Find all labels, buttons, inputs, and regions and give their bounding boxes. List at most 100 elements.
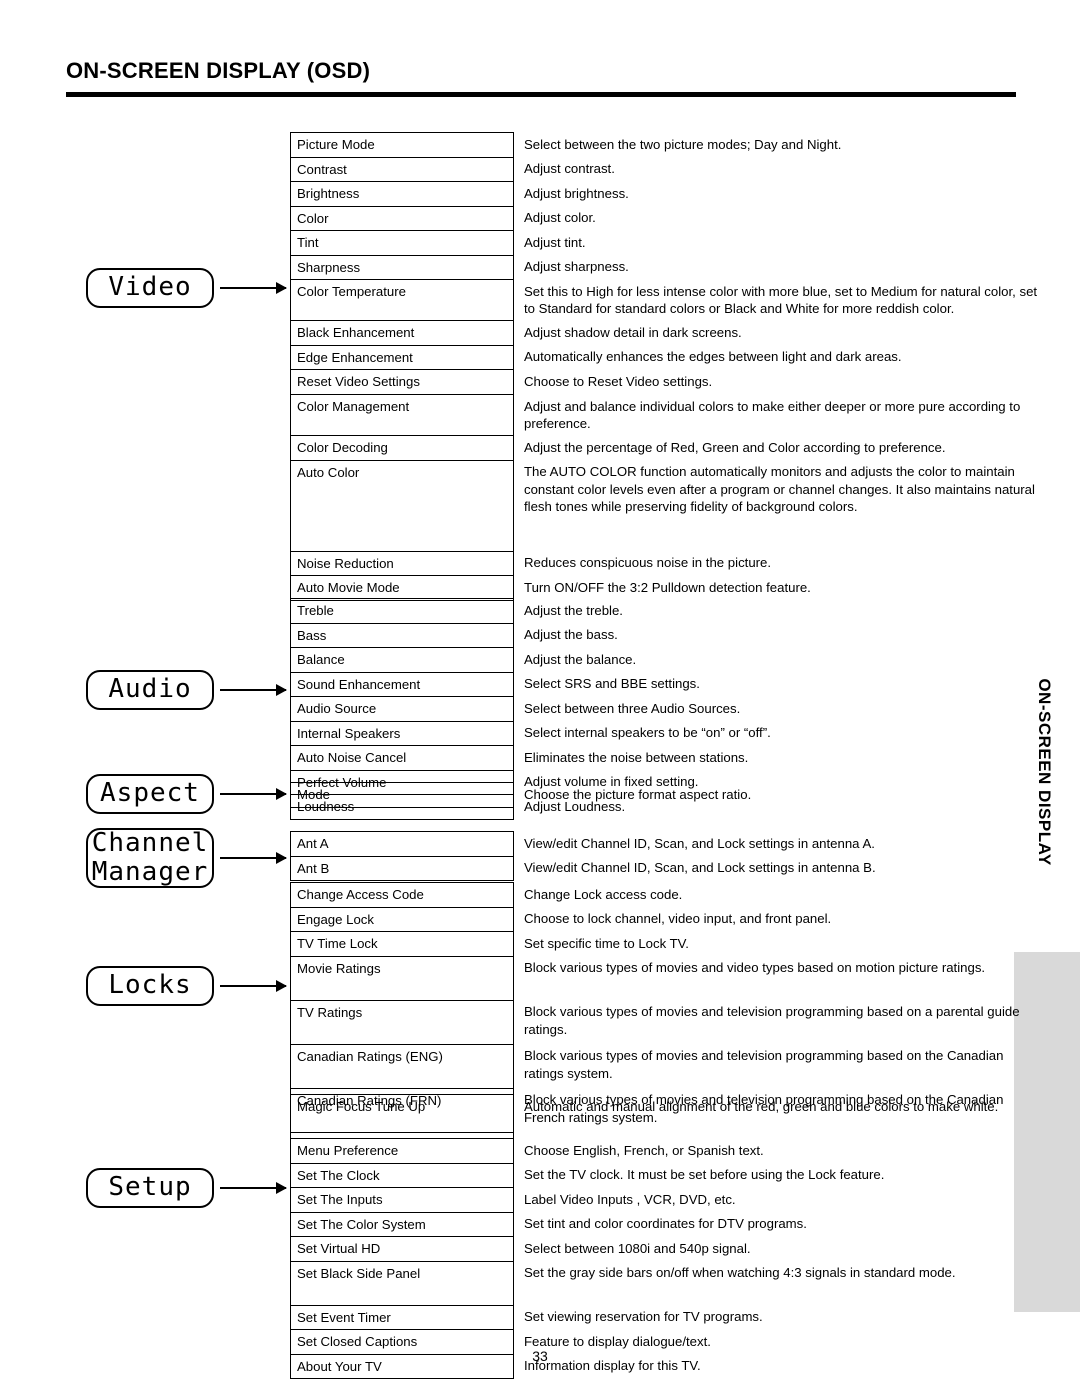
table-row: Magic Focus Tune Up Automatic and manual… bbox=[290, 1094, 1049, 1139]
table-row: Tint Adjust tint. bbox=[290, 230, 1049, 256]
setting-name: Set Event Timer bbox=[290, 1304, 514, 1331]
setting-name: TV Ratings bbox=[290, 999, 514, 1045]
setting-description: Block various types of movies and televi… bbox=[524, 1048, 1004, 1081]
setting-description: Adjust and balance individual colors to … bbox=[524, 398, 1021, 432]
setting-name: Color Temperature bbox=[290, 279, 514, 322]
table-row: Sound Enhancement Select SRS and BBE set… bbox=[290, 671, 1049, 698]
setting-description: Label Video Inputs , VCR, DVD, etc. bbox=[524, 1191, 736, 1207]
setting-name: Color Management bbox=[290, 394, 514, 437]
setting-description: Adjust the percentage of Red, Green and … bbox=[524, 439, 946, 455]
setting-description: The AUTO COLOR function automatically mo… bbox=[524, 464, 1035, 515]
setting-description: Select SRS and BBE settings. bbox=[524, 676, 700, 692]
setting-description: Automatically enhances the edges between… bbox=[524, 349, 902, 365]
category-box-video: Video bbox=[86, 268, 214, 308]
table-row: Picture Mode Select between the two pict… bbox=[290, 132, 1049, 158]
arrow-channel-manager bbox=[220, 852, 287, 864]
table-row: Ant B View/edit Channel ID, Scan, and Lo… bbox=[290, 855, 1049, 882]
table-row: Edge Enhancement Automatically enhances … bbox=[290, 344, 1049, 371]
setting-description: Adjust the balance. bbox=[524, 651, 637, 667]
table-row: Movie Ratings Block various types of mov… bbox=[290, 955, 1049, 1001]
table-row: Change Access Code Change Lock access co… bbox=[290, 882, 1049, 908]
table-row: Noise Reduction Reduces conspicuous nois… bbox=[290, 550, 1049, 577]
setting-name: Auto Movie Mode bbox=[290, 575, 514, 601]
setting-name: Tint bbox=[290, 230, 514, 256]
setting-description: Select between 1080i and 540p signal. bbox=[524, 1240, 751, 1256]
setting-name: Auto Noise Cancel bbox=[290, 745, 514, 771]
setting-name: Set The Clock bbox=[290, 1162, 514, 1189]
table-row: Engage Lock Choose to lock channel, vide… bbox=[290, 906, 1049, 933]
table-channel-manager: Ant A View/edit Channel ID, Scan, and Lo… bbox=[290, 831, 1049, 882]
setting-description: Reduces conspicuous noise in the picture… bbox=[524, 555, 772, 571]
setting-name: Treble bbox=[290, 598, 514, 624]
table-row: Reset Video Settings Choose to Reset Vid… bbox=[290, 369, 1049, 396]
table-row: Mode Choose the picture format aspect ra… bbox=[290, 782, 1049, 808]
arrow-setup bbox=[220, 1182, 287, 1194]
category-box-aspect: Aspect bbox=[86, 774, 214, 814]
setting-name: Sound Enhancement bbox=[290, 671, 514, 698]
table-row: Set The Color System Set tint and color … bbox=[290, 1211, 1049, 1238]
table-row: TV Ratings Block various types of movies… bbox=[290, 999, 1049, 1045]
setting-name: Color bbox=[290, 205, 514, 232]
setting-description: Set tint and color coordinates for DTV p… bbox=[524, 1216, 807, 1232]
setting-description: Block various types of movies and televi… bbox=[524, 1004, 1020, 1037]
table-row: Bass Adjust the bass. bbox=[290, 622, 1049, 649]
page-title: ON-SCREEN DISPLAY (OSD) bbox=[66, 58, 371, 83]
setting-description: Turn ON/OFF the 3:2 Pulldown detection f… bbox=[524, 579, 811, 595]
table-video: Picture Mode Select between the two pict… bbox=[290, 132, 1049, 601]
setting-description: Set specific time to Lock TV. bbox=[524, 935, 689, 951]
setting-name: TV Time Lock bbox=[290, 931, 514, 957]
category-box-setup: Setup bbox=[86, 1168, 214, 1208]
title-divider bbox=[66, 92, 1016, 97]
table-row: Color Temperature Set this to High for l… bbox=[290, 279, 1049, 322]
setting-name: Set Virtual HD bbox=[290, 1236, 514, 1262]
table-row: Internal Speakers Select internal speake… bbox=[290, 720, 1049, 747]
setting-name: Menu Preference bbox=[290, 1138, 514, 1164]
category-box-audio: Audio bbox=[86, 670, 214, 710]
setting-description: Adjust contrast. bbox=[524, 161, 615, 177]
table-aspect: Mode Choose the picture format aspect ra… bbox=[290, 782, 1048, 808]
setting-description: Choose the picture format aspect ratio. bbox=[524, 786, 752, 802]
setting-description: View/edit Channel ID, Scan, and Lock set… bbox=[524, 860, 876, 876]
setting-description: Choose English, French, or Spanish text. bbox=[524, 1142, 764, 1158]
setting-description: Adjust tint. bbox=[524, 234, 586, 250]
setting-name: Auto Color bbox=[290, 459, 514, 552]
table-row: Audio Source Select between three Audio … bbox=[290, 696, 1049, 722]
setting-name: Balance bbox=[290, 647, 514, 673]
setting-name: Set The Inputs bbox=[290, 1187, 514, 1213]
table-row: Auto Noise Cancel Eliminates the noise b… bbox=[290, 745, 1049, 771]
setting-description: Set this to High for less intense color … bbox=[524, 283, 1038, 317]
setting-name: Set Black Side Panel bbox=[290, 1260, 514, 1306]
arrow-audio bbox=[220, 684, 287, 696]
table-row: Set The Clock Set the TV clock. It must … bbox=[290, 1162, 1049, 1189]
setting-name: Ant A bbox=[290, 831, 514, 857]
setting-description: Set viewing reservation for TV programs. bbox=[524, 1309, 763, 1325]
setting-description: Select between the two picture modes; Da… bbox=[524, 136, 842, 152]
arrow-locks bbox=[220, 980, 287, 992]
setting-name: Reset Video Settings bbox=[290, 369, 514, 396]
setting-name: Bass bbox=[290, 622, 514, 649]
setting-name: Contrast bbox=[290, 156, 514, 183]
setting-name: Picture Mode bbox=[290, 132, 514, 158]
setting-description: Adjust the treble. bbox=[524, 602, 623, 618]
setting-name: Audio Source bbox=[290, 696, 514, 722]
setting-description: View/edit Channel ID, Scan, and Lock set… bbox=[524, 835, 875, 851]
arrow-aspect bbox=[220, 788, 287, 800]
table-row: Color Adjust color. bbox=[290, 205, 1049, 232]
setting-name: Noise Reduction bbox=[290, 550, 514, 577]
setting-name: Sharpness bbox=[290, 254, 514, 281]
category-box-channel-manager: Channel Manager bbox=[86, 828, 214, 888]
arrow-video bbox=[220, 282, 287, 294]
setting-name: Brightness bbox=[290, 181, 514, 207]
table-row: Canadian Ratings (ENG) Block various typ… bbox=[290, 1043, 1049, 1089]
table-row: Set Black Side Panel Set the gray side b… bbox=[290, 1260, 1049, 1306]
table-row: Treble Adjust the treble. bbox=[290, 598, 1049, 624]
table-row: Set Event Timer Set viewing reservation … bbox=[290, 1304, 1049, 1331]
table-row: Brightness Adjust brightness. bbox=[290, 181, 1049, 207]
category-box-locks: Locks bbox=[86, 966, 214, 1006]
setting-description: Select internal speakers to be “on” or “… bbox=[524, 725, 771, 741]
setting-name: Engage Lock bbox=[290, 906, 514, 933]
setting-description: Eliminates the noise between stations. bbox=[524, 749, 749, 765]
table-row: Color Management Adjust and balance indi… bbox=[290, 394, 1049, 437]
setting-description: Block various types of movies and video … bbox=[524, 960, 986, 976]
setting-description: Select between three Audio Sources. bbox=[524, 700, 741, 716]
